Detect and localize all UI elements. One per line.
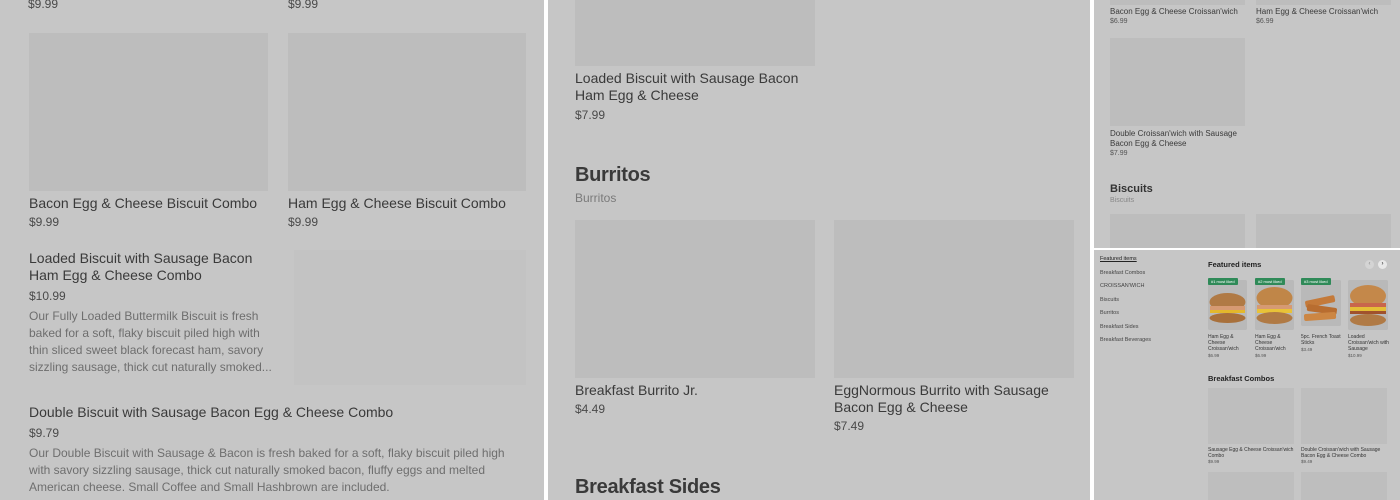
nav-item-featured[interactable]: Featured items xyxy=(1100,256,1137,262)
nav-item-burritos[interactable]: Burritos xyxy=(1100,310,1119,316)
item-image[interactable] xyxy=(1256,214,1391,248)
croissant-sandwich-icon xyxy=(1348,280,1388,330)
item-price: $7.99 xyxy=(575,108,606,122)
featured-item-price: $6.99 xyxy=(1208,353,1220,358)
menu-panel-biscuit-combos: $9.99 $9.99 Bacon Egg & Cheese Biscuit C… xyxy=(0,0,544,500)
menu-panel-croissanwich: Bacon Egg & Cheese Croissan'wich $6.99 H… xyxy=(1094,0,1400,248)
item-price: $9.99 xyxy=(288,0,319,11)
featured-item-name[interactable]: Loaded Croissan'wich with Sausage xyxy=(1348,334,1390,352)
item-price: $9.79 xyxy=(29,426,60,440)
item-image[interactable] xyxy=(1256,0,1391,5)
item-name[interactable]: Bacon Egg & Cheese Croissan'wich xyxy=(1110,7,1250,17)
featured-item-image[interactable] xyxy=(1348,280,1388,330)
item-price: $9.99 xyxy=(28,0,59,11)
combo-item-image[interactable] xyxy=(1301,388,1387,444)
item-name[interactable]: Ham Egg & Cheese Biscuit Combo xyxy=(288,195,528,212)
menu-panel-burritos: Loaded Biscuit with Sausage Bacon Ham Eg… xyxy=(548,0,1090,500)
featured-item-price: $10.99 xyxy=(1348,353,1362,358)
combo-item-price: $9.49 xyxy=(1301,459,1313,464)
item-price: $7.99 xyxy=(1110,150,1128,157)
item-name[interactable]: Breakfast Burrito Jr. xyxy=(575,382,815,399)
nav-item-biscuits[interactable]: Biscuits xyxy=(1100,297,1119,303)
item-price: $6.99 xyxy=(1110,18,1128,25)
combo-item-name[interactable]: Double Croissan'wich with Sausage Bacon … xyxy=(1301,447,1391,459)
item-price: $9.99 xyxy=(29,215,60,229)
item-price: $7.49 xyxy=(834,419,865,433)
combo-item-image[interactable] xyxy=(1301,472,1387,500)
item-image[interactable] xyxy=(1110,0,1245,5)
item-price: $10.99 xyxy=(29,289,66,303)
section-subtitle: Biscuits xyxy=(1110,197,1135,204)
section-subtitle: Burritos xyxy=(575,191,617,205)
item-name[interactable]: Bacon Egg & Cheese Biscuit Combo xyxy=(29,195,269,212)
croissant-sandwich-icon xyxy=(1255,280,1294,330)
featured-item-name[interactable]: Ham Egg & Cheese Croissan'wich xyxy=(1255,334,1295,352)
featured-item-image[interactable] xyxy=(1208,280,1247,330)
item-image[interactable] xyxy=(834,220,1074,378)
item-image[interactable] xyxy=(29,33,268,191)
item-name[interactable]: Ham Egg & Cheese Croissan'wich xyxy=(1256,7,1396,17)
item-price: $4.49 xyxy=(575,402,606,416)
item-image[interactable] xyxy=(288,33,526,191)
croissant-sandwich-icon xyxy=(1208,280,1247,330)
french-toast-sticks-icon xyxy=(1301,280,1341,326)
item-price: $6.99 xyxy=(1256,18,1274,25)
item-name[interactable]: Loaded Biscuit with Sausage Bacon Ham Eg… xyxy=(29,250,279,284)
item-image[interactable] xyxy=(1110,214,1245,248)
item-name[interactable]: Loaded Biscuit with Sausage Bacon Ham Eg… xyxy=(575,70,825,104)
item-description: Our Fully Loaded Buttermilk Biscuit is f… xyxy=(29,309,272,374)
featured-item-name[interactable]: 5pc. French Toast Sticks xyxy=(1301,334,1341,346)
section-title: Breakfast Sides xyxy=(575,476,721,498)
nav-item-breakfast-beverages[interactable]: Breakfast Beverages xyxy=(1100,337,1151,343)
chevron-right-icon[interactable]: › xyxy=(1378,260,1387,269)
item-image[interactable] xyxy=(575,220,815,378)
item-name[interactable]: Double Croissan'wich with Sausage Bacon … xyxy=(1110,129,1260,149)
featured-item-name[interactable]: Ham Egg & Cheese Croissan'wich xyxy=(1208,334,1248,352)
featured-item-image[interactable] xyxy=(1301,280,1341,326)
combo-item-image[interactable] xyxy=(1208,472,1294,500)
combo-item-price: $9.99 xyxy=(1208,459,1220,464)
item-description: Our Double Biscuit with Sausage & Bacon … xyxy=(29,446,505,494)
nav-item-breakfast-combos[interactable]: Breakfast Combos xyxy=(1100,270,1145,276)
item-name[interactable]: Double Biscuit with Sausage Bacon Egg & … xyxy=(29,404,529,421)
featured-item-price: $6.99 xyxy=(1255,353,1267,358)
featured-title: Featured items xyxy=(1208,260,1262,269)
item-price: $9.99 xyxy=(288,215,319,229)
featured-item-price: $3.49 xyxy=(1301,347,1313,352)
combos-title: Breakfast Combos xyxy=(1208,374,1275,383)
rank-badge: #2 most liked xyxy=(1255,278,1285,285)
item-image[interactable] xyxy=(575,0,815,66)
section-title: Burritos xyxy=(575,164,651,186)
rank-badge: #3 most liked xyxy=(1301,278,1331,285)
combo-item-name[interactable]: Sausage Egg & Cheese Croissan'wich Combo xyxy=(1208,447,1296,459)
combo-item-image[interactable] xyxy=(1208,388,1294,444)
item-image[interactable] xyxy=(294,250,526,385)
chevron-left-icon[interactable]: ‹ xyxy=(1365,260,1374,269)
nav-item-croissanwich[interactable]: CROISSAN'WICH xyxy=(1100,283,1144,289)
menu-panel-overview: Featured items Breakfast Combos CROISSAN… xyxy=(1094,250,1400,500)
section-title: Biscuits xyxy=(1110,183,1153,195)
item-name[interactable]: EggNormous Burrito with Sausage Bacon Eg… xyxy=(834,382,1074,416)
item-image[interactable] xyxy=(1110,38,1245,126)
rank-badge: #1 most liked xyxy=(1208,278,1238,285)
nav-item-breakfast-sides[interactable]: Breakfast Sides xyxy=(1100,324,1139,330)
featured-item-image[interactable] xyxy=(1255,280,1294,330)
